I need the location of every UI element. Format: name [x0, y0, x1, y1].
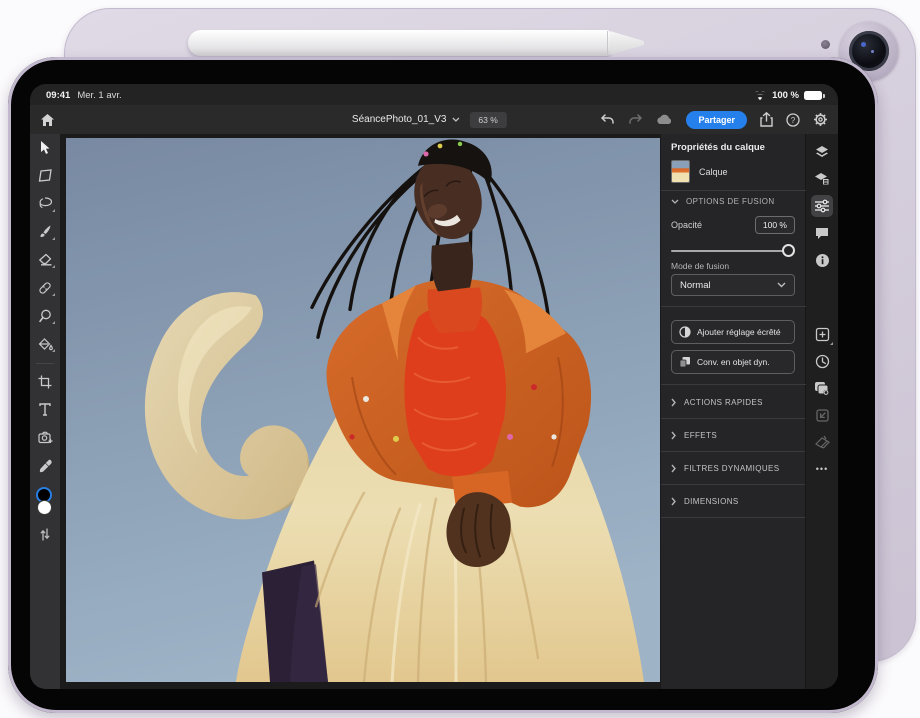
panel-title: Propriétés du calque	[671, 142, 765, 153]
opacity-row: Opacité 100 %	[671, 216, 795, 234]
eraser-tool[interactable]	[35, 251, 55, 268]
add-layer-icon[interactable]	[811, 323, 833, 345]
toolbar-divider	[36, 363, 54, 364]
slider-track	[671, 250, 791, 252]
undo-icon[interactable]	[600, 114, 615, 126]
comments-icon[interactable]	[811, 222, 833, 244]
tool-flyout-tick	[52, 321, 55, 324]
adjustment-layer-icon[interactable]	[811, 168, 833, 190]
blend-mode-label: Mode de fusion	[671, 261, 729, 271]
lens-reflection-2	[871, 50, 874, 53]
healing-tool[interactable]	[35, 279, 55, 296]
add-clipped-adjustment-button[interactable]: Ajouter réglage écrêté	[671, 320, 795, 344]
section-actions-rapides[interactable]: ACTIONS RAPIDES	[661, 386, 805, 419]
panel-divider	[661, 384, 806, 385]
layers-icon[interactable]	[811, 141, 833, 163]
cloud-sync-icon[interactable]	[656, 114, 673, 125]
slider-knob[interactable]	[782, 244, 795, 257]
canvas[interactable]	[60, 134, 660, 689]
tool-flyout-tick	[52, 237, 55, 240]
home-icon[interactable]	[40, 113, 55, 127]
chevron-down-icon	[671, 199, 679, 204]
help-icon[interactable]: ?	[786, 113, 800, 127]
section-dimensions[interactable]: DIMENSIONS	[661, 485, 805, 518]
wifi-icon	[753, 91, 767, 101]
ipad-front-device: 09:41 Mer. 1 avr. 100 %	[8, 57, 878, 713]
history-icon[interactable]	[811, 350, 833, 372]
apple-pencil	[188, 30, 610, 56]
info-icon[interactable]	[811, 249, 833, 271]
chevron-right-icon	[671, 464, 676, 473]
section-filtres-dynamiques[interactable]: FILTRES DYNAMIQUES	[661, 452, 805, 485]
status-date: Mer. 1 avr.	[77, 90, 121, 101]
smart-object-icon	[679, 356, 691, 368]
clone-stamp-tool[interactable]	[35, 307, 55, 324]
chevron-right-icon	[671, 431, 676, 440]
blend-mode-select[interactable]: Normal	[671, 274, 795, 296]
eyedropper-tool[interactable]	[35, 457, 55, 474]
svg-text:?: ?	[791, 116, 796, 125]
battery-percent: 100 %	[772, 90, 799, 101]
photo-document[interactable]	[66, 138, 660, 682]
type-tool[interactable]	[35, 401, 55, 418]
export-share-icon[interactable]	[760, 112, 773, 127]
panel-switcher-strip: •••	[805, 134, 838, 689]
redo-icon[interactable]	[628, 114, 643, 126]
status-bar: 09:41 Mer. 1 avr. 100 %	[30, 84, 838, 105]
workspace: Propriétés du calque Calque OPTIONS DE F…	[30, 134, 838, 689]
brush-tool[interactable]	[35, 223, 55, 240]
tool-bar	[30, 134, 60, 689]
more-icon[interactable]: •••	[811, 458, 833, 480]
properties-icon[interactable]	[811, 195, 833, 217]
tool-flyout-tick	[52, 209, 55, 212]
flyout-tick	[830, 342, 833, 345]
lasso-tool[interactable]	[35, 195, 55, 212]
rear-microphone	[821, 40, 830, 49]
zoom-level-badge[interactable]: 63 %	[469, 112, 506, 128]
settings-icon[interactable]	[813, 112, 828, 127]
crop-tool[interactable]	[35, 373, 55, 390]
section-effets[interactable]: EFFETS	[661, 419, 805, 452]
panel-divider	[661, 190, 806, 191]
panel-divider	[661, 306, 806, 307]
panel-sections: ACTIONS RAPIDES EFFETS FILTRES DYNAMIQUE…	[661, 386, 805, 518]
chevron-down-icon	[777, 282, 786, 288]
fill-tool[interactable]	[35, 335, 55, 352]
background-color-swatch[interactable]	[37, 500, 52, 515]
layer-properties-panel: Propriétés du calque Calque OPTIONS DE F…	[660, 134, 805, 689]
import-icon[interactable]	[811, 404, 833, 426]
blend-mode-value: Normal	[680, 280, 711, 291]
color-swatches[interactable]	[35, 487, 55, 518]
app-header: SéancePhoto_01_V3 63 % Partager ?	[30, 105, 838, 134]
pencil-seam	[607, 31, 608, 55]
screen: 09:41 Mer. 1 avr. 100 %	[30, 84, 838, 689]
blend-options-header[interactable]: OPTIONS DE FUSION	[671, 197, 775, 206]
opacity-value[interactable]: 100 %	[755, 216, 795, 234]
adjustment-contrast-icon	[679, 326, 691, 338]
opacity-slider[interactable]	[671, 244, 795, 258]
chevron-right-icon	[671, 497, 676, 506]
lens-reflection	[861, 42, 866, 47]
layer-name: Calque	[699, 167, 728, 177]
move-tool[interactable]	[35, 139, 55, 156]
chevron-down-icon	[451, 117, 459, 122]
opacity-label: Opacité	[671, 220, 702, 230]
duplicate-layer-icon[interactable]	[811, 377, 833, 399]
swap-colors-icon[interactable]	[35, 526, 55, 543]
tool-flyout-tick	[52, 349, 55, 352]
document-title[interactable]: SéancePhoto_01_V3	[352, 114, 460, 125]
marketing-scene: 09:41 Mer. 1 avr. 100 %	[0, 0, 920, 718]
battery-icon	[804, 91, 822, 100]
layer-row[interactable]: Calque	[671, 160, 728, 183]
share-button[interactable]: Partager	[686, 111, 747, 129]
transform-tool[interactable]	[35, 167, 55, 184]
status-time: 09:41	[46, 90, 70, 101]
convert-smart-object-button[interactable]: Conv. en objet dyn.	[671, 350, 795, 374]
layer-thumbnail	[671, 160, 690, 183]
chevron-right-icon	[671, 398, 676, 407]
place-photo-tool[interactable]	[35, 429, 55, 446]
tool-flyout-tick	[52, 265, 55, 268]
flatten-icon[interactable]	[811, 431, 833, 453]
tool-flyout-tick	[52, 293, 55, 296]
